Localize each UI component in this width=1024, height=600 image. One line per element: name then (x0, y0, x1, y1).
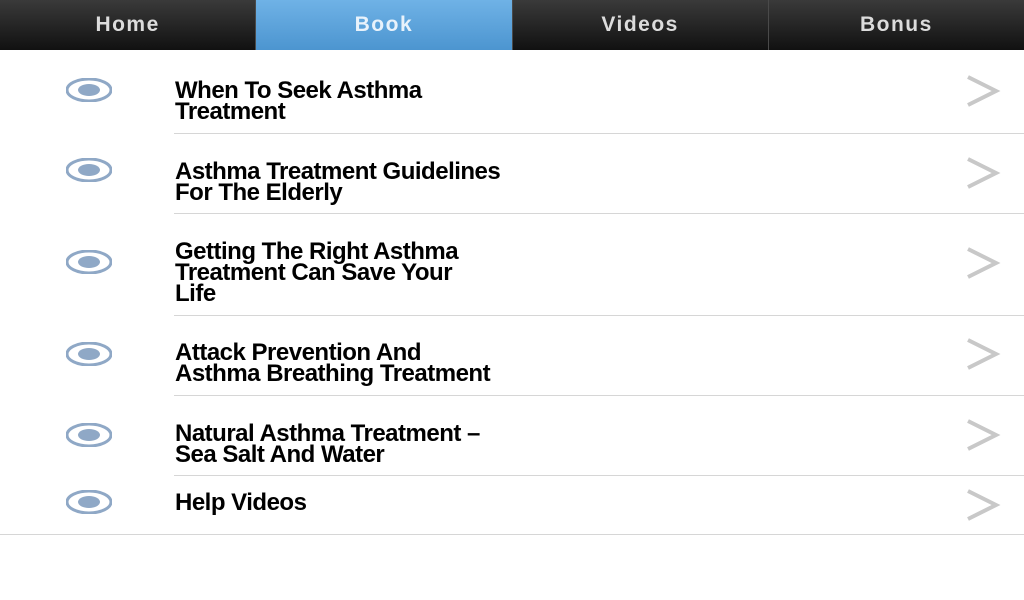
list-item[interactable]: When To Seek Asthma Treatment (0, 52, 1024, 134)
tab-book[interactable]: Book (256, 0, 513, 50)
chevron-right-icon (967, 419, 1001, 451)
list-item-label: Natural Asthma Treatment – Sea Salt And … (175, 420, 480, 468)
tab-home[interactable]: Home (0, 0, 257, 50)
list-item-label: Help Videos (175, 489, 307, 516)
radio-circle-icon (66, 490, 112, 514)
top-tab-bar: Home Book Videos Bonus (0, 0, 1024, 50)
list-item-label: Getting The Right Asthma Treatment Can S… (175, 238, 459, 307)
radio-circle-icon (66, 158, 112, 182)
list-item[interactable]: Asthma Treatment Guidelines For The Elde… (0, 134, 1024, 214)
list-item-label: When To Seek Asthma Treatment (175, 77, 422, 125)
tab-bonus[interactable]: Bonus (768, 0, 1024, 50)
chevron-right-icon (967, 338, 1001, 370)
chevron-right-icon (967, 157, 1001, 189)
radio-circle-icon (66, 250, 112, 274)
chevron-right-icon (967, 75, 1001, 107)
list-item[interactable]: Getting The Right Asthma Treatment Can S… (0, 214, 1024, 316)
radio-circle-icon (66, 78, 112, 102)
radio-circle-icon (66, 342, 112, 366)
list-item-label: Asthma Treatment Guidelines For The Elde… (175, 158, 501, 206)
chevron-right-icon (967, 489, 1001, 521)
tab-videos[interactable]: Videos (512, 0, 769, 50)
list-item[interactable]: Help Videos (0, 476, 1024, 535)
chevron-right-icon (967, 247, 1001, 279)
list-item[interactable]: Natural Asthma Treatment – Sea Salt And … (0, 396, 1024, 476)
separator (0, 534, 1024, 535)
radio-circle-icon (66, 423, 112, 447)
list-item[interactable]: Attack Prevention And Asthma Breathing T… (0, 316, 1024, 396)
list-item-label: Attack Prevention And Asthma Breathing T… (175, 339, 491, 387)
chapter-list: When To Seek Asthma Treatment Asthma Tre… (0, 52, 1024, 535)
